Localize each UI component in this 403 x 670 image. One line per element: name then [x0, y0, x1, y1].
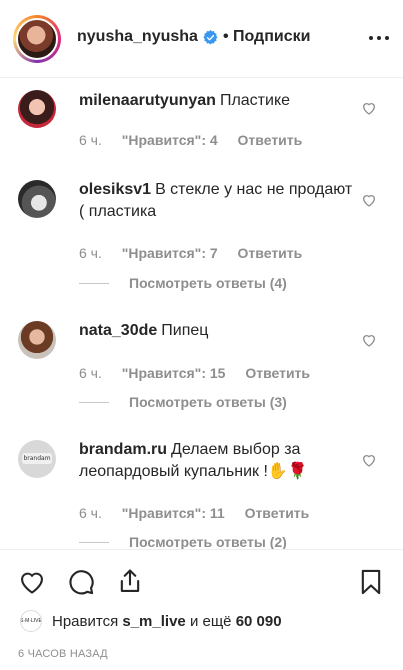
comment-meta: 6 ч. "Нравится": 15 Ответить — [79, 365, 326, 381]
comment-likes[interactable]: "Нравится": 15 — [122, 365, 226, 381]
comment-username[interactable]: nata_30de — [79, 322, 157, 339]
comment-time: 6 ч. — [79, 505, 102, 521]
view-replies-label: Посмотреть ответы (3) — [129, 394, 287, 410]
liker-username[interactable]: s_m_live — [122, 613, 185, 630]
comment-text: nata_30de Пипец — [79, 320, 354, 342]
likes-middle: и ещё — [189, 612, 232, 630]
comment-username[interactable]: milenaarutyunyan — [79, 92, 216, 109]
brand-logo: brandam — [22, 453, 52, 464]
post-timestamp: 6 ЧАСОВ НАЗАД — [18, 648, 108, 660]
following-status[interactable]: • Подписки — [223, 28, 311, 46]
share-icon[interactable] — [116, 567, 144, 595]
heart-icon[interactable] — [18, 568, 46, 596]
comment-meta: 6 ч. "Нравится": 11 Ответить — [79, 505, 325, 521]
commenter-avatar[interactable] — [18, 180, 56, 218]
verified-badge-icon — [203, 29, 218, 45]
comment-text: milenaarutyunyan Пластике — [79, 90, 354, 112]
comment-time: 6 ч. — [79, 245, 102, 261]
view-replies-button[interactable]: Посмотреть ответы (3) — [79, 394, 287, 410]
reply-button[interactable]: Ответить — [238, 245, 303, 261]
divider-line — [79, 282, 109, 284]
bookmark-icon[interactable] — [357, 568, 385, 596]
post-actions: S·M·LIVE Нравится s_m_live и ещё 60 090 … — [0, 549, 403, 670]
comment-username[interactable]: olesiksv1 — [79, 181, 151, 198]
comment-body: Пластике — [219, 92, 291, 109]
view-replies-button[interactable]: Посмотреть ответы (4) — [79, 275, 287, 291]
heart-outline-icon[interactable] — [361, 192, 377, 208]
heart-outline-icon[interactable] — [361, 100, 377, 116]
comment-time: 6 ч. — [79, 132, 102, 148]
commenter-avatar[interactable] — [18, 90, 56, 128]
author-avatar[interactable] — [13, 15, 61, 63]
liker-avatar[interactable]: S·M·LIVE — [20, 610, 42, 632]
reply-button[interactable]: Ответить — [245, 365, 310, 381]
comment-meta: 6 ч. "Нравится": 4 Ответить — [79, 132, 318, 148]
comment-icon[interactable] — [67, 568, 95, 596]
reply-button[interactable]: Ответить — [238, 132, 303, 148]
view-replies-label: Посмотреть ответы (2) — [129, 534, 287, 549]
view-replies-button[interactable]: Посмотреть ответы (2) — [79, 534, 287, 549]
post-header: nyusha_nyusha • Подписки — [0, 0, 403, 78]
likes-summary: S·M·LIVE Нравится s_m_live и ещё 60 090 — [20, 610, 282, 632]
view-replies-label: Посмотреть ответы (4) — [129, 275, 287, 291]
divider-line — [79, 401, 109, 403]
heart-outline-icon[interactable] — [361, 332, 377, 348]
commenter-avatar[interactable]: brandam — [18, 440, 56, 478]
comment-body: Пипец — [161, 322, 209, 339]
commenter-avatar[interactable] — [18, 321, 56, 359]
heart-outline-icon[interactable] — [361, 452, 377, 468]
comment-meta: 6 ч. "Нравится": 7 Ответить — [79, 245, 318, 261]
comments-list[interactable]: milenaarutyunyan Пластике 6 ч. "Нравится"… — [0, 78, 403, 549]
comment-likes[interactable]: "Нравится": 11 — [122, 505, 225, 521]
reply-button[interactable]: Ответить — [245, 505, 310, 521]
divider-line — [79, 541, 109, 543]
likes-prefix: Нравится — [52, 612, 119, 630]
likes-count[interactable]: 60 090 — [236, 613, 282, 630]
comment-likes[interactable]: "Нравится": 4 — [122, 132, 218, 148]
comment-likes[interactable]: "Нравится": 7 — [122, 245, 218, 261]
comment-text: brandam.ru Делаем выбор за леопардовый ку… — [79, 439, 354, 483]
author-line: nyusha_nyusha • Подписки — [77, 28, 310, 46]
comment-username[interactable]: brandam.ru — [79, 441, 167, 458]
comment-text: olesiksv1 В стекле у нас не продают ( пла… — [79, 179, 354, 223]
author-username[interactable]: nyusha_nyusha — [77, 28, 198, 46]
more-options-icon[interactable] — [367, 26, 391, 50]
comment-time: 6 ч. — [79, 365, 102, 381]
